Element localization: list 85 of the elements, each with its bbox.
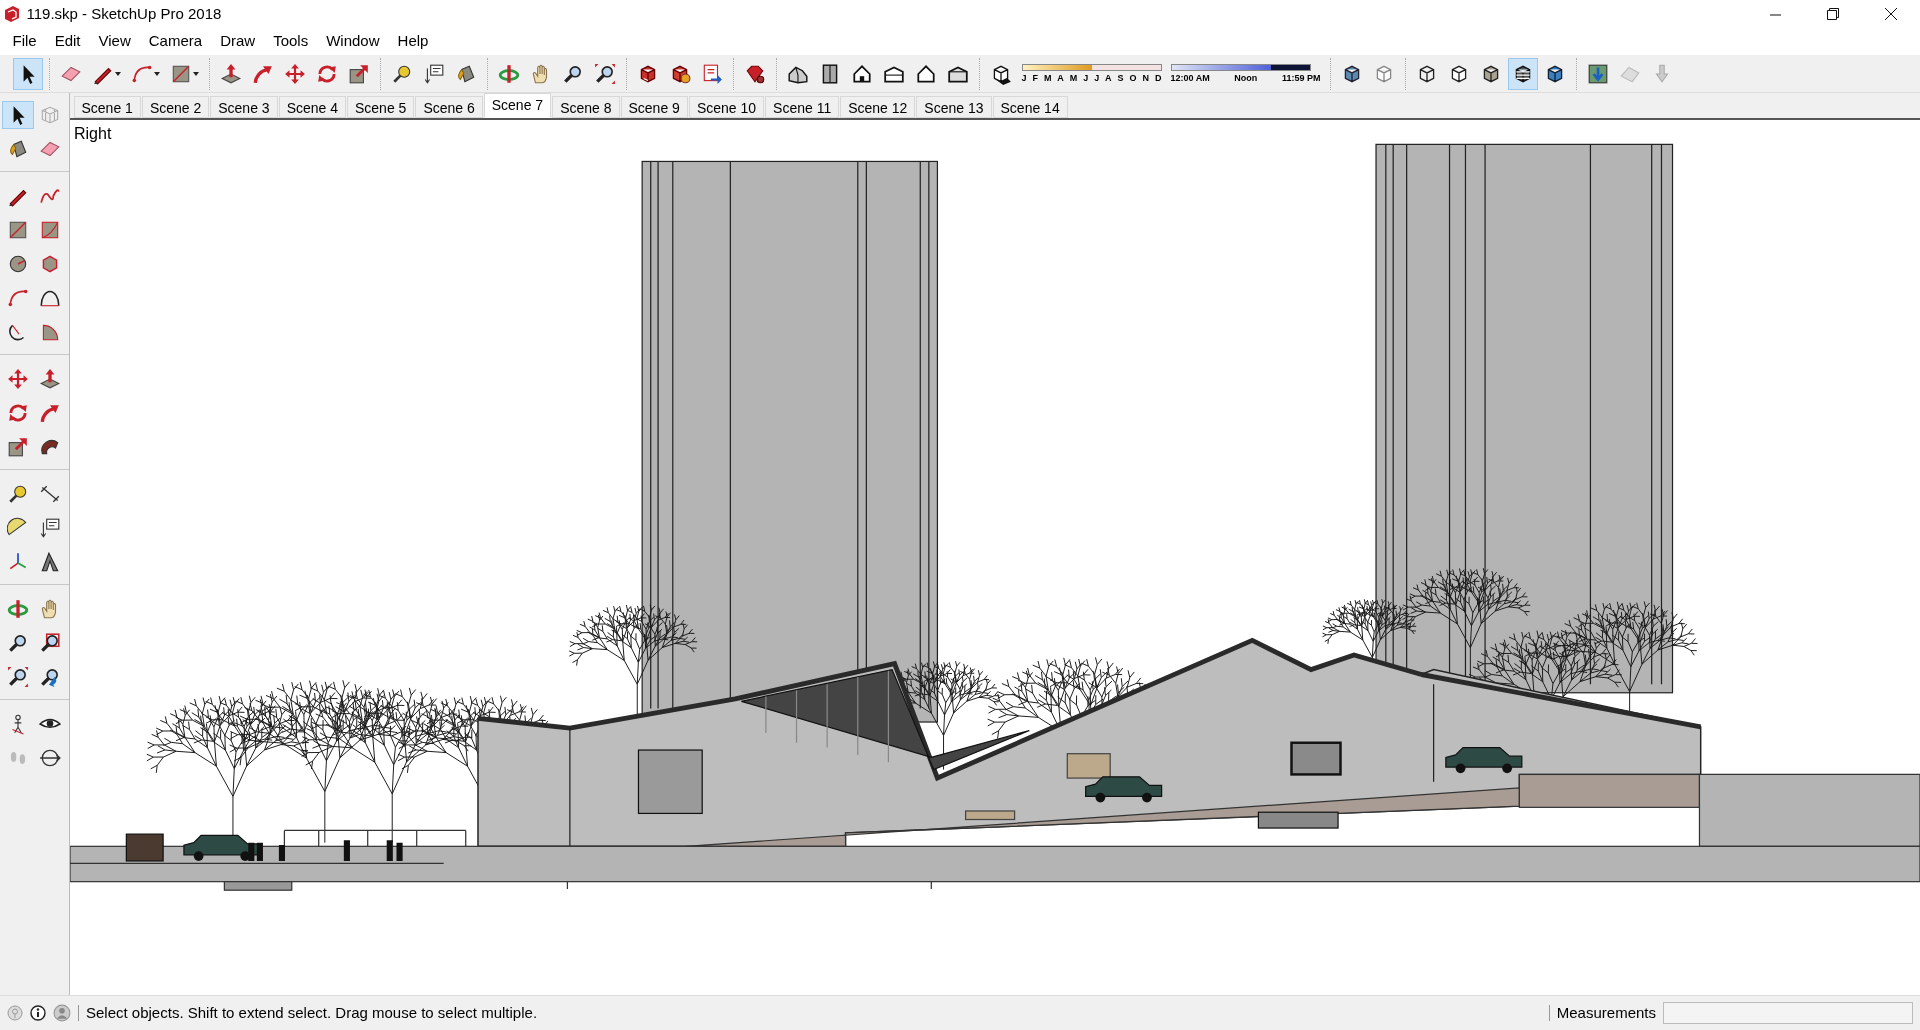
view-label: Right	[74, 124, 112, 144]
striped-cube-tool[interactable]	[1508, 57, 1538, 90]
select-arrow-tool[interactable]	[2, 101, 34, 129]
curved-arrow-icon	[39, 402, 61, 424]
scene-tab[interactable]: Scene 10	[688, 96, 765, 118]
menu-item[interactable]: Tools	[264, 28, 318, 55]
scene-tab[interactable]: Scene 6	[415, 96, 483, 118]
menu-item[interactable]: Edit	[45, 28, 90, 55]
month-slider[interactable]	[1021, 63, 1162, 71]
close-icon	[1885, 8, 1897, 20]
scene-tab[interactable]: Scene 14	[992, 96, 1068, 118]
month-label: O	[1129, 74, 1137, 84]
scene-tab[interactable]: Scene 4	[278, 96, 346, 118]
menu-item[interactable]: Draw	[211, 28, 265, 55]
scale-square-icon	[348, 62, 370, 85]
four-way-arrow-icon	[7, 368, 29, 390]
circle-icon	[7, 253, 29, 275]
measurements-label: Measurements	[1556, 1002, 1656, 1023]
zoom-extents-icon	[594, 62, 616, 85]
rectangle-icon	[7, 219, 29, 241]
time-label: 11:59 PM	[1281, 74, 1321, 84]
zoom-window-icon	[39, 632, 61, 654]
push-pull-icon	[39, 368, 61, 390]
scene-tab[interactable]: Scene 12	[840, 96, 916, 118]
scene-tab[interactable]: Scene 3	[210, 96, 278, 118]
document-arrow-icon	[701, 62, 723, 85]
section-plane-icon	[39, 747, 61, 769]
month-label: J	[1083, 74, 1089, 84]
month-label: J	[1021, 74, 1027, 84]
info-icon[interactable]	[30, 1005, 46, 1021]
scene-tab[interactable]: Scene 5	[347, 96, 415, 118]
time-label: Noon	[1234, 74, 1258, 84]
zoom-extents-icon	[7, 666, 29, 688]
month-label: A	[1105, 74, 1112, 84]
wireframe-box-icon	[39, 104, 61, 126]
scale-square-icon	[7, 436, 29, 458]
dimension-lines-icon	[39, 483, 61, 505]
restore-icon	[1827, 8, 1839, 20]
scene-tab[interactable]: Scene 8	[552, 96, 620, 118]
month-label: J	[1094, 74, 1100, 84]
month-label: M	[1043, 74, 1052, 84]
scene-tab[interactable]: Scene 11	[765, 96, 840, 118]
menu-item[interactable]: Window	[317, 28, 389, 55]
app-logo-icon	[3, 5, 20, 23]
scene-tab[interactable]: Scene 13	[916, 96, 992, 118]
time-slider[interactable]	[1170, 63, 1311, 71]
scene-tab[interactable]: Scene 7	[483, 93, 552, 118]
arc-icon	[7, 287, 29, 309]
menu-item[interactable]: Help	[388, 28, 438, 55]
leader-text-icon	[423, 62, 445, 85]
caret-icon	[154, 71, 160, 76]
user-icon[interactable]	[53, 1004, 71, 1022]
caret-icon	[115, 71, 121, 76]
paint-bucket-icon	[7, 138, 29, 160]
measurements-field[interactable]	[1663, 1002, 1913, 1024]
menu-item[interactable]: File	[3, 28, 46, 55]
window-title: 119.skp - SketchUp Pro 2018	[26, 3, 222, 24]
orbit-icon	[7, 598, 29, 620]
menu-item[interactable]: View	[89, 28, 140, 55]
scene-tab[interactable]: Scene 1	[73, 96, 141, 118]
menu-item[interactable]: Camera	[139, 28, 212, 55]
rotate-arrows-icon	[316, 62, 338, 85]
rotate-arrows-icon	[7, 402, 29, 424]
month-label: M	[1069, 74, 1078, 84]
leader-text-icon	[39, 517, 61, 539]
status-message: Select objects. Shift to extend select. Drag mouse to select multiple.	[86, 1002, 538, 1023]
magnifier-icon	[7, 632, 29, 654]
month-label: A	[1057, 74, 1064, 84]
push-pull-icon	[220, 62, 242, 85]
month-label: F	[1032, 74, 1038, 84]
time-label: 12:00 AM	[1170, 74, 1210, 84]
orbit-icon	[498, 62, 520, 85]
scene-tab[interactable]: Scene 2	[141, 96, 210, 118]
zoom-back-icon	[39, 666, 61, 688]
scene-tab[interactable]: Scene 9	[620, 96, 688, 118]
rotated-rectangle-icon	[39, 219, 61, 241]
month-label: S	[1117, 74, 1124, 84]
caret-icon	[193, 71, 199, 76]
tape-measure-icon	[7, 483, 29, 505]
month-label: N	[1142, 74, 1149, 84]
paint-bucket-icon	[455, 62, 477, 85]
four-way-arrow-icon	[284, 62, 306, 85]
prism-icon	[39, 551, 61, 573]
select-arrow-tool[interactable]	[13, 57, 43, 90]
month-label: D	[1154, 74, 1162, 84]
